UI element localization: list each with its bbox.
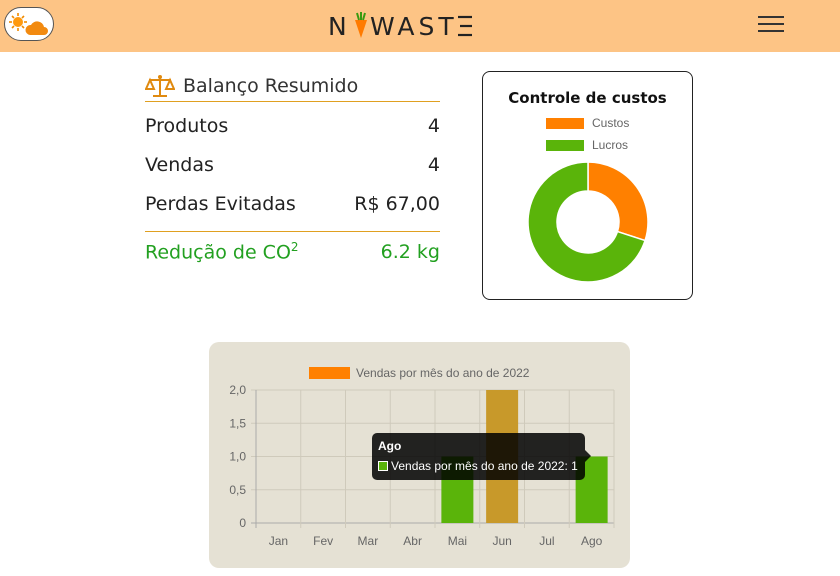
- top-bar: N WAST: [0, 0, 840, 52]
- co2-label: Redução de CO2: [145, 240, 299, 264]
- summary-header: Balanço Resumido: [145, 70, 440, 102]
- legend-swatch: [546, 117, 584, 129]
- x-tick-label: Mar: [358, 534, 379, 548]
- summary-title: Balanço Resumido: [183, 74, 359, 97]
- sales-chart-card: Vendas por mês do ano de 2022 2,0 1,5 1,0 0,…: [209, 342, 630, 568]
- balance-summary: Balanço Resumido Produtos 4 Vendas 4 Perdas …: [145, 70, 440, 272]
- summary-row-label: Perdas Evitadas: [145, 192, 296, 215]
- sun-cloud-icon: [9, 13, 48, 35]
- y-tick-label: 0,5: [229, 483, 246, 497]
- legend-label: Lucros: [592, 138, 629, 152]
- tooltip-caret: [585, 450, 591, 462]
- cost-control-card: Controle de custos Custos Lucros: [482, 71, 693, 300]
- summary-row-value: 4: [427, 114, 440, 137]
- legend-swatch: [309, 367, 350, 379]
- tooltip-line: Vendas por mês do ano de 2022: 1: [378, 459, 578, 473]
- card-title: Controle de custos: [508, 89, 667, 107]
- logo-text: N: [328, 12, 351, 41]
- donut-slice-custos[interactable]: [587, 161, 649, 242]
- hamburger-menu-icon: [758, 16, 784, 32]
- x-tick-label: Jun: [492, 534, 511, 548]
- summary-row: Perdas Evitadas R$ 67,00: [145, 184, 440, 223]
- co2-value: 6.2 kg: [380, 241, 440, 263]
- summary-row-value: 4: [427, 153, 440, 176]
- menu-button[interactable]: [758, 12, 784, 36]
- y-tick-label: 1,0: [229, 450, 246, 464]
- summary-row-value: R$ 67,00: [354, 192, 440, 215]
- chart-tooltip: Ago Vendas por mês do ano de 2022: 1: [372, 433, 591, 480]
- y-tick-label: 2,0: [229, 383, 246, 397]
- x-tick-label: Jan: [269, 534, 288, 548]
- co2-reduction-row: Redução de CO2 6.2 kg: [145, 232, 440, 272]
- legend-label: Custos: [592, 116, 630, 130]
- cost-donut-chart[interactable]: [527, 161, 649, 283]
- y-tick-label: 0: [239, 516, 246, 530]
- x-tick-label: Mai: [448, 534, 467, 548]
- svg-text:WAST: WAST: [370, 12, 458, 41]
- legend-label: Vendas por mês do ano de 2022: [356, 366, 530, 380]
- scale-balance-icon: [145, 74, 175, 97]
- summary-row: Vendas 4: [145, 145, 440, 184]
- x-tick-label: Abr: [403, 534, 422, 548]
- x-tick-label: Ago: [581, 534, 603, 548]
- x-tick-label: Jul: [539, 534, 554, 548]
- carrot-icon: [355, 12, 367, 38]
- y-tick-label: 1,5: [229, 416, 246, 430]
- legend-item-lucros[interactable]: Lucros: [546, 138, 628, 152]
- legend-swatch: [546, 139, 584, 151]
- summary-row-label: Vendas: [145, 153, 214, 176]
- legend-item-custos[interactable]: Custos: [546, 116, 629, 130]
- tooltip-text: Vendas por mês do ano de 2022: 1: [391, 459, 578, 473]
- summary-row: Produtos 4: [145, 106, 440, 145]
- x-tick-label: Fev: [313, 534, 333, 548]
- theme-toggle-button[interactable]: [4, 7, 54, 41]
- tooltip-title: Ago: [378, 439, 402, 453]
- tooltip-swatch: [378, 461, 388, 471]
- summary-row-label: Produtos: [145, 114, 229, 137]
- nowaste-logo[interactable]: N WAST: [320, 8, 490, 42]
